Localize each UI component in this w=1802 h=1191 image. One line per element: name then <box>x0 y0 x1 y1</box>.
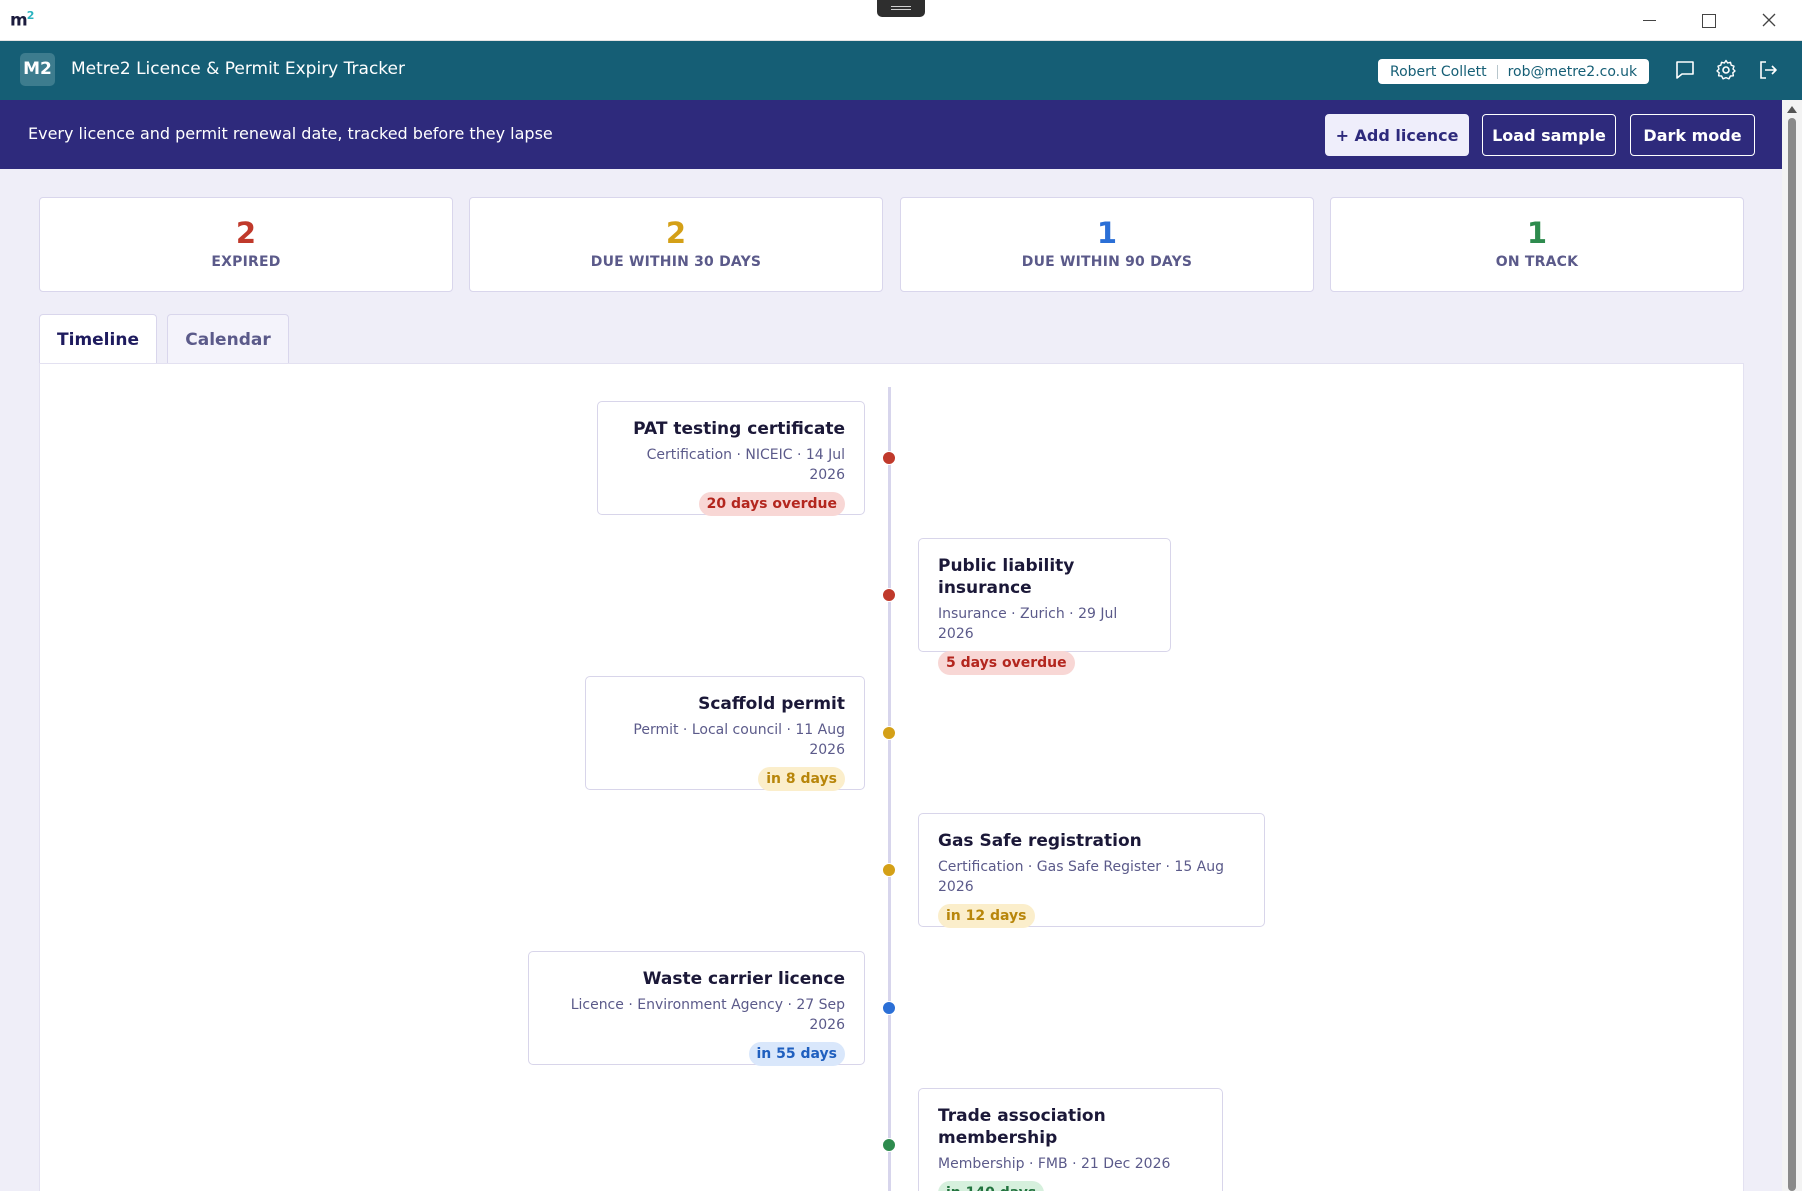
stat-label: EXPIRED <box>211 254 281 270</box>
stat-card-expired: 2 EXPIRED <box>39 197 453 292</box>
tagline: Every licence and permit renewal date, t… <box>28 124 553 143</box>
user-email: rob@metre2.co.uk <box>1507 63 1638 80</box>
user-pill-divider <box>1496 64 1498 79</box>
timeline-dot <box>882 451 896 465</box>
licence-title: Gas Safe registration <box>938 831 1142 851</box>
maximize-button[interactable] <box>1694 8 1722 32</box>
timeline-dot <box>882 863 896 877</box>
status-badge: in 140 days <box>938 1181 1045 1191</box>
stat-card-on-track: 1 ON TRACK <box>1330 197 1744 292</box>
licence-title: Public liability insurance <box>938 556 1075 598</box>
timeline-dot <box>882 726 896 740</box>
tab-timeline[interactable]: Timeline <box>39 314 157 366</box>
licence-title: Trade association membership <box>938 1106 1106 1148</box>
add-licence-button[interactable]: + Add licence <box>1325 114 1469 156</box>
scrollbar-thumb[interactable] <box>1788 118 1796 1191</box>
timeline-card[interactable]: Public liability insurance Insurance · Z… <box>918 538 1171 675</box>
stat-value: 1 <box>1526 216 1548 250</box>
gear-icon[interactable] <box>1714 58 1738 82</box>
close-icon <box>1762 13 1776 27</box>
stat-card-due-90: 1 DUE WITHIN 90 DAYS <box>900 197 1314 292</box>
stat-label: DUE WITHIN 90 DAYS <box>1021 254 1193 270</box>
status-badge: in 55 days <box>748 1042 845 1066</box>
user-name: Robert Collett <box>1390 63 1487 80</box>
licence-title: PAT testing certificate <box>633 419 845 439</box>
timeline-dot <box>882 1138 896 1152</box>
app-badge: M2 <box>20 53 55 86</box>
timeline-card[interactable]: Gas Safe registration Certification · Ga… <box>918 813 1265 928</box>
stat-value: 2 <box>665 216 687 250</box>
licence-meta: Licence · Environment Agency · 27 Sep 20… <box>570 997 845 1033</box>
timeline-dot <box>882 588 896 602</box>
licence-meta: Certification · NICEIC · 14 Jul 2026 <box>646 447 845 483</box>
stat-label: DUE WITHIN 30 DAYS <box>590 254 762 270</box>
stat-card-due-30: 2 DUE WITHIN 30 DAYS <box>469 197 883 292</box>
close-button[interactable] <box>1755 8 1783 32</box>
tab-calendar[interactable]: Calendar <box>167 314 289 364</box>
scroll-up-arrow-icon[interactable] <box>1787 106 1797 113</box>
user-account-pill[interactable]: Robert Collett rob@metre2.co.uk <box>1378 59 1650 84</box>
window-title-bar: m2 <box>0 0 1802 41</box>
window-drag-handle[interactable] <box>877 0 925 17</box>
app-header: M2 Metre2 Licence & Permit Expiry Tracke… <box>0 41 1802 100</box>
licence-meta: Membership · FMB · 21 Dec 2026 <box>938 1156 1171 1172</box>
status-badge: in 12 days <box>938 904 1035 928</box>
stat-value: 2 <box>235 216 257 250</box>
timeline-card[interactable]: Scaffold permit Permit · Local council ·… <box>585 676 865 791</box>
main-content: 2 EXPIRED 2 DUE WITHIN 30 DAYS 1 DUE WIT… <box>0 169 1782 1191</box>
stat-value: 1 <box>1096 216 1118 250</box>
load-sample-button[interactable]: Load sample <box>1482 114 1616 156</box>
status-badge: 20 days overdue <box>698 492 845 516</box>
timeline-card[interactable]: PAT testing certificate Certification · … <box>597 401 865 516</box>
timeline-dot <box>882 1001 896 1015</box>
app-title: Metre2 Licence & Permit Expiry Tracker <box>71 59 405 79</box>
app-logo: m2 <box>10 9 35 31</box>
action-banner: Every licence and permit renewal date, t… <box>0 100 1782 169</box>
stat-label: ON TRACK <box>1495 254 1579 270</box>
licence-meta: Insurance · Zurich · 29 Jul 2026 <box>938 606 1118 642</box>
minimize-button[interactable] <box>1635 8 1663 32</box>
logout-icon[interactable] <box>1756 58 1780 82</box>
licence-title: Scaffold permit <box>698 694 845 714</box>
timeline-card[interactable]: Trade association membership Membership … <box>918 1088 1223 1191</box>
status-badge: 5 days overdue <box>938 651 1075 675</box>
vertical-scrollbar[interactable] <box>1782 100 1802 1191</box>
message-icon[interactable] <box>1673 58 1697 82</box>
dark-mode-button[interactable]: Dark mode <box>1630 114 1755 156</box>
licence-meta: Permit · Local council · 11 Aug 2026 <box>633 722 845 758</box>
timeline-panel <box>39 363 1744 1191</box>
status-badge: in 8 days <box>758 767 845 791</box>
timeline-card[interactable]: Waste carrier licence Licence · Environm… <box>528 951 865 1066</box>
licence-meta: Certification · Gas Safe Register · 15 A… <box>938 859 1225 895</box>
licence-title: Waste carrier licence <box>642 969 845 989</box>
timeline-spine <box>888 387 891 1191</box>
